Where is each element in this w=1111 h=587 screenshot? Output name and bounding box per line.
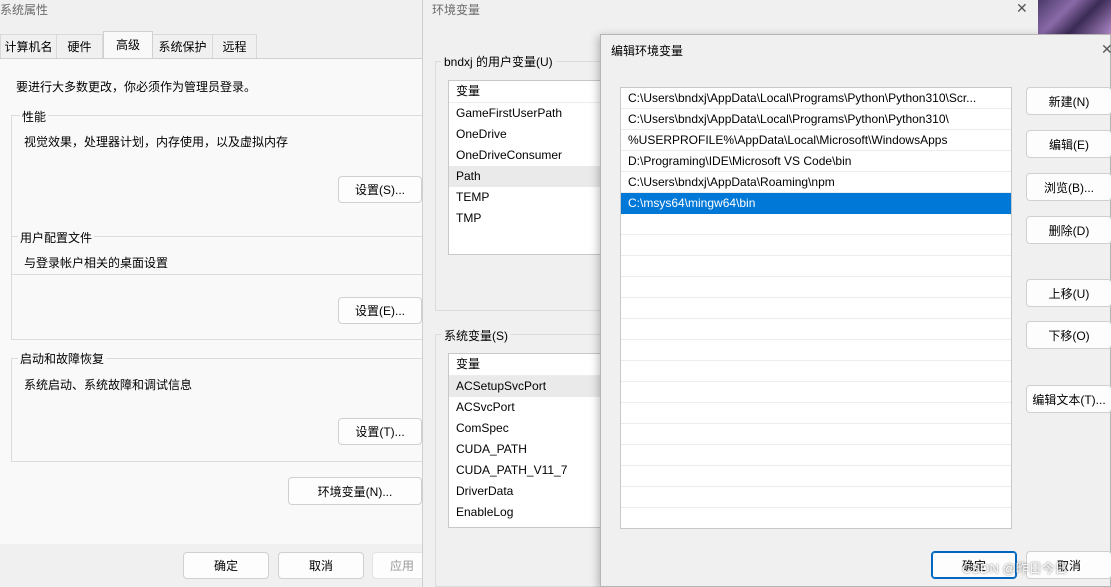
performance-settings-button[interactable]: 设置(S)... (338, 176, 422, 203)
performance-label: 性能 (20, 108, 49, 125)
delete-button[interactable]: 删除(D) (1026, 216, 1111, 244)
edit-environment-variable-window: 编辑环境变量 ✕ C:\Users\bndxj\AppData\Local\Pr… (600, 34, 1111, 587)
startup-recovery-settings-button[interactable]: 设置(T)... (338, 418, 422, 445)
close-icon[interactable]: ✕ (1016, 0, 1028, 17)
startup-recovery-label: 启动和故障恢复 (18, 350, 107, 367)
user-profile-label: 用户配置文件 (18, 229, 95, 246)
desktop-wallpaper (1038, 0, 1111, 34)
tab-remote[interactable]: 远程 (213, 34, 257, 58)
window-title: 环境变量 (432, 3, 481, 17)
user-variables-label: bndxj 的用户变量(U) (441, 53, 556, 70)
window-title: 编辑环境变量 (611, 44, 684, 58)
path-item-selected[interactable]: C:\msys64\mingw64\bin (621, 193, 1011, 214)
startup-recovery-desc: 系统启动、系统故障和调试信息 (24, 378, 193, 392)
environment-variables-button[interactable]: 环境变量(N)... (288, 477, 422, 505)
user-profile-group (11, 236, 431, 340)
edit-button[interactable]: 编辑(E) (1026, 130, 1111, 158)
tab-page-advanced: 要进行大多数更改，你必须作为管理员登录。 性能 视觉效果，处理器计划，内存使用，… (0, 58, 431, 544)
path-item[interactable]: %USERPROFILE%\AppData\Local\Microsoft\Wi… (621, 130, 1011, 151)
cancel-button[interactable]: 取消 (278, 552, 364, 579)
watermark: CSDN @昨日今日 (962, 561, 1068, 576)
browse-button[interactable]: 浏览(B)... (1026, 173, 1111, 201)
window-title: 系统属性 (0, 3, 49, 17)
new-button[interactable]: 新建(N) (1026, 87, 1111, 115)
move-up-button[interactable]: 上移(U) (1026, 279, 1111, 307)
path-item[interactable]: D:\Programing\IDE\Microsoft VS Code\bin (621, 151, 1011, 172)
admin-note: 要进行大多数更改，你必须作为管理员登录。 (16, 80, 257, 94)
tab-advanced[interactable]: 高级 (103, 31, 153, 58)
ok-button[interactable]: 确定 (183, 552, 269, 579)
move-down-button[interactable]: 下移(O) (1026, 321, 1111, 349)
path-item[interactable]: C:\Users\bndxj\AppData\Local\Programs\Py… (621, 88, 1011, 109)
user-profile-settings-button[interactable]: 设置(E)... (338, 297, 422, 324)
tab-hardware[interactable]: 硬件 (57, 34, 103, 58)
tab-system-protection[interactable]: 系统保护 (153, 34, 213, 58)
tab-computer-name[interactable]: 计算机名 (0, 34, 57, 58)
path-item[interactable]: C:\Users\bndxj\AppData\Local\Programs\Py… (621, 109, 1011, 130)
performance-desc: 视觉效果，处理器计划，内存使用，以及虚拟内存 (24, 135, 289, 149)
path-list[interactable]: C:\Users\bndxj\AppData\Local\Programs\Py… (620, 87, 1012, 529)
close-icon[interactable]: ✕ (1101, 41, 1111, 58)
system-properties-window: 系统属性 计算机名 硬件 高级 系统保护 远程 要进行大多数更改，你必须作为管理… (0, 0, 432, 587)
user-profile-desc: 与登录帐户相关的桌面设置 (24, 256, 169, 270)
system-variables-label: 系统变量(S) (441, 327, 511, 344)
path-item[interactable]: C:\Users\bndxj\AppData\Roaming\npm (621, 172, 1011, 193)
startup-recovery-group (11, 358, 431, 462)
edit-text-button[interactable]: 编辑文本(T)... (1026, 385, 1111, 413)
tab-strip: 计算机名 硬件 高级 系统保护 远程 (0, 31, 422, 58)
